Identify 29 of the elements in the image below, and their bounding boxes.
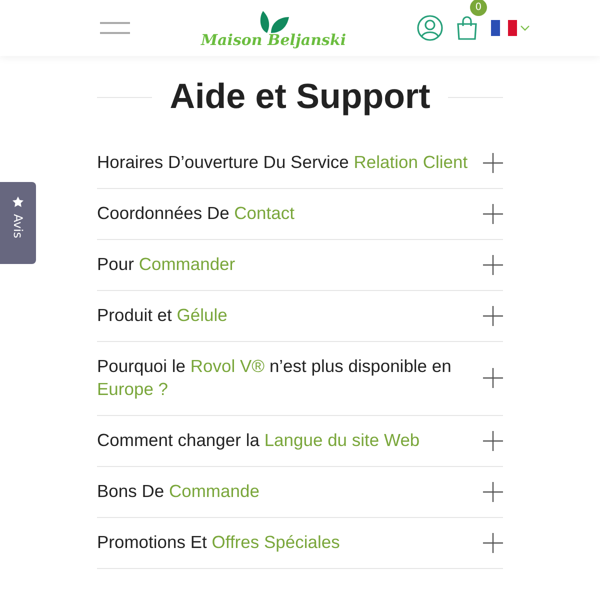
chevron-down-icon — [520, 24, 530, 32]
faq-item[interactable]: Promotions Et Offres Spéciales — [97, 518, 503, 568]
menu-button[interactable] — [100, 21, 130, 35]
faq-item[interactable]: Horaires D’ouverture Du Service Relation Client — [97, 138, 503, 188]
reviews-tab[interactable]: Avis — [0, 182, 36, 264]
faq-question: Comment changer la Langue du site Web — [97, 429, 421, 452]
account-button[interactable] — [416, 15, 443, 41]
faq-item[interactable]: Comment changer la Langue du site Web — [97, 416, 503, 466]
star-icon — [12, 196, 24, 208]
faq-item[interactable]: Produit et Gélule — [97, 291, 503, 341]
faq-item[interactable]: Bons De Commande — [97, 467, 503, 517]
language-selector[interactable] — [490, 20, 530, 36]
faq-item[interactable]: Pour Commander — [97, 240, 503, 290]
menu-icon — [100, 21, 130, 35]
cart-button[interactable] — [454, 16, 479, 40]
faq-question: Pourquoi le Rovol V® n’est plus disponible en Europe ? — [97, 355, 452, 401]
user-icon — [416, 15, 443, 41]
cart-count-badge: 0 — [470, 0, 487, 16]
faq-question: Promotions Et Offres Spéciales — [97, 531, 341, 554]
faq-question: Produit et Gélule — [97, 304, 228, 327]
faq-question: Coordonnées De Contact — [97, 202, 296, 225]
faq-item[interactable]: Coordonnées De Contact — [97, 189, 503, 239]
french-flag-icon — [490, 20, 517, 36]
shopping-bag-icon — [454, 16, 479, 40]
page-title: Aide et Support — [170, 77, 430, 117]
faq-question: Bons De Commande — [97, 480, 260, 503]
faq-item[interactable]: Pourquoi le Rovol V® n’est plus disponible en Europe ? — [97, 342, 503, 415]
faq-question: Horaires D’ouverture Du Service Relation Client — [97, 151, 469, 174]
faq-question: Pour Commander — [97, 253, 236, 276]
